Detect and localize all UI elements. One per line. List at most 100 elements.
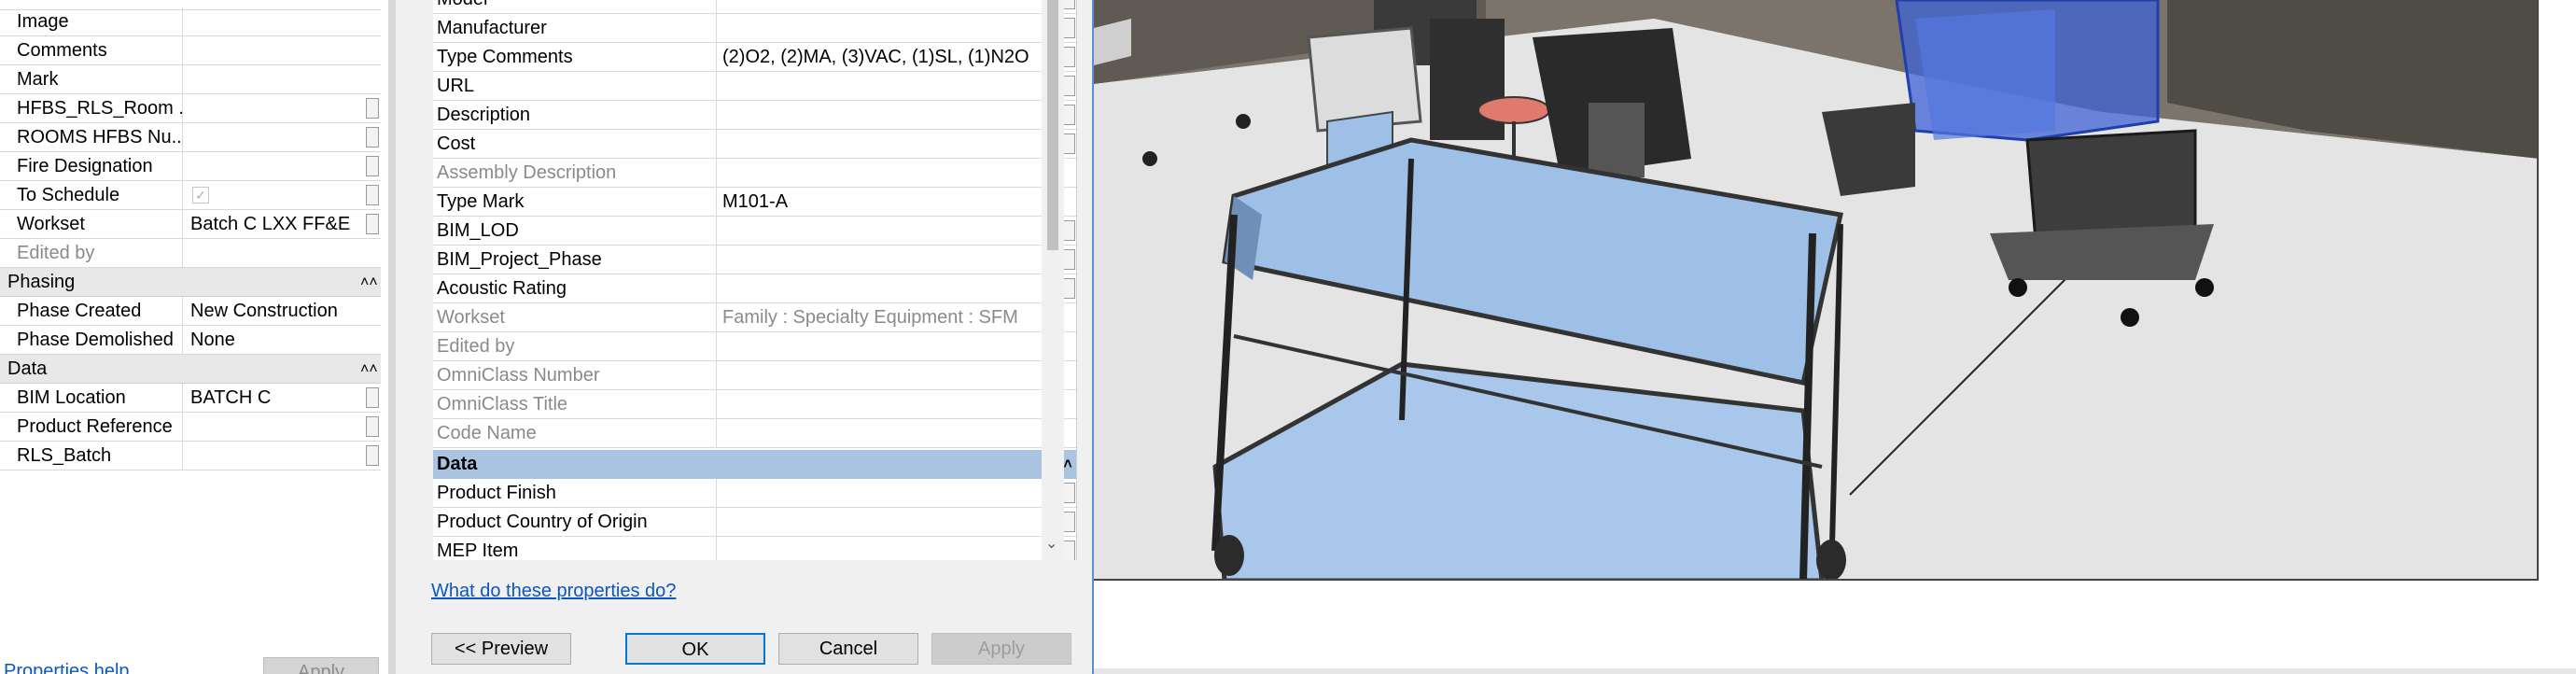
type-parameters-grid: Model Manufacturer Type Comments (2)O2, … xyxy=(433,0,1077,560)
param-row-type-mark[interactable]: Type Mark M101-A xyxy=(433,188,1076,217)
param-row-bim-lod[interactable]: BIM_LOD xyxy=(433,217,1076,246)
param-row-acoustic-rating[interactable]: Acoustic Rating xyxy=(433,274,1076,303)
property-row-fire-designation[interactable]: Fire Designation xyxy=(0,152,381,181)
param-row-omniclass-number[interactable]: OmniClass Number xyxy=(433,361,1076,390)
property-value[interactable] xyxy=(187,65,362,93)
property-row-bim-location[interactable]: BIM Location BATCH C xyxy=(0,384,381,413)
param-name: Acoustic Rating xyxy=(437,274,717,302)
param-value: Family : Specialty Equipment : SFM xyxy=(722,307,1018,328)
group-header-data[interactable]: Data ˄˄ xyxy=(433,450,1076,479)
type-properties-dialog: Model Manufacturer Type Comments (2)O2, … xyxy=(396,0,1094,674)
param-value xyxy=(722,332,1030,360)
ok-button[interactable]: OK xyxy=(625,633,765,665)
param-value[interactable] xyxy=(722,14,1030,42)
property-row-rooms-hfbs-number[interactable]: ROOMS HFBS Nu... xyxy=(0,123,381,152)
property-value[interactable] xyxy=(187,36,362,64)
param-row-cost[interactable]: Cost xyxy=(433,130,1076,159)
property-name: RLS_Batch xyxy=(4,442,183,470)
param-row-type-comments[interactable]: Type Comments (2)O2, (2)MA, (3)VAC, (1)S… xyxy=(433,43,1076,72)
group-header-data[interactable]: Data ˄˄ xyxy=(0,355,381,384)
property-value[interactable] xyxy=(187,442,362,470)
param-row-product-country-of-origin[interactable]: Product Country of Origin xyxy=(433,508,1076,537)
apply-button[interactable]: Apply xyxy=(263,657,379,674)
property-value[interactable] xyxy=(187,152,362,180)
param-name: BIM_LOD xyxy=(437,217,717,245)
property-row-image[interactable]: Image xyxy=(0,7,381,36)
param-row-omniclass-title: OmniClass Title xyxy=(433,390,1076,419)
property-value[interactable] xyxy=(187,7,362,35)
property-row-hfbs-rls-room[interactable]: HFBS_RLS_Room ... xyxy=(0,94,381,123)
property-name: Mark xyxy=(4,65,183,93)
param-value[interactable] xyxy=(722,274,1030,302)
param-value[interactable] xyxy=(722,101,1030,129)
param-value[interactable] xyxy=(722,479,1030,507)
param-value[interactable] xyxy=(722,130,1030,158)
edit-value-button[interactable] xyxy=(366,185,379,205)
scrollbar-thumb[interactable] xyxy=(1047,0,1058,250)
param-row-mep-item[interactable]: MEP Item xyxy=(433,537,1076,560)
property-value[interactable]: ✓ xyxy=(187,181,362,209)
to-schedule-checkbox[interactable]: ✓ xyxy=(192,187,209,204)
property-value[interactable] xyxy=(187,94,362,122)
property-value[interactable]: None xyxy=(187,326,362,354)
param-value[interactable] xyxy=(722,246,1030,274)
property-row-workset[interactable]: Workset Batch C LXX FF&E xyxy=(0,210,381,239)
param-value[interactable]: (2)O2, (2)MA, (3)VAC, (1)SL, (1)N2O xyxy=(722,43,1030,71)
param-row-model[interactable]: Model xyxy=(433,0,1076,14)
properties-help-link[interactable]: Properties help xyxy=(4,661,130,674)
apply-button[interactable]: Apply xyxy=(931,633,1071,665)
dialog-border xyxy=(388,0,396,674)
edit-value-button[interactable] xyxy=(366,214,379,234)
edit-value-button[interactable] xyxy=(366,98,379,119)
property-name: BIM Location xyxy=(4,384,183,412)
scroll-down-icon[interactable]: ⌄ xyxy=(1045,534,1057,553)
param-value[interactable] xyxy=(722,0,1030,13)
cancel-button[interactable]: Cancel xyxy=(778,633,918,665)
property-value[interactable] xyxy=(187,123,362,151)
param-name: Code Name xyxy=(437,419,717,447)
property-value[interactable]: BATCH C xyxy=(187,384,362,412)
property-row-phase-created[interactable]: Phase Created New Construction xyxy=(0,297,381,326)
collapse-icon[interactable]: ˄˄ xyxy=(360,268,378,297)
param-value[interactable] xyxy=(722,217,1030,245)
param-row-description[interactable]: Description xyxy=(433,101,1076,130)
edit-value-button[interactable] xyxy=(366,127,379,147)
param-value[interactable] xyxy=(722,361,1030,389)
edit-value-button[interactable] xyxy=(366,387,379,408)
preview-button[interactable]: << Preview xyxy=(431,633,571,665)
param-row-edited-by: Edited by xyxy=(433,332,1076,361)
param-name: Type Mark xyxy=(437,188,717,216)
property-row-rls-batch[interactable]: RLS_Batch xyxy=(0,442,381,470)
property-row-to-schedule[interactable]: To Schedule ✓ xyxy=(0,181,381,210)
param-name: Type Comments xyxy=(437,43,717,71)
what-do-these-properties-do-link[interactable]: What do these properties do? xyxy=(431,581,676,602)
param-name: BIM_Project_Phase xyxy=(437,246,717,274)
grid-scrollbar[interactable]: ⌄ xyxy=(1042,0,1064,560)
param-row-manufacturer[interactable]: Manufacturer xyxy=(433,14,1076,43)
param-name: OmniClass Number xyxy=(437,361,717,389)
group-header-phasing[interactable]: Phasing ˄˄ xyxy=(0,268,381,297)
param-value[interactable] xyxy=(722,508,1030,536)
property-name: HFBS_RLS_Room ... xyxy=(4,94,183,122)
property-row-phase-demolished[interactable]: Phase Demolished None xyxy=(0,326,381,355)
property-value[interactable]: New Construction xyxy=(187,297,362,325)
property-value[interactable] xyxy=(187,413,362,441)
param-row-url[interactable]: URL xyxy=(433,72,1076,101)
param-value[interactable] xyxy=(722,72,1030,100)
property-row-comments[interactable]: Comments xyxy=(0,36,381,65)
property-value[interactable]: Batch C LXX FF&E xyxy=(187,210,362,238)
edit-value-button[interactable] xyxy=(366,445,379,466)
param-row-product-finish[interactable]: Product Finish xyxy=(433,479,1076,508)
edit-value-button[interactable] xyxy=(366,156,379,176)
param-name: Model xyxy=(437,0,717,13)
param-value[interactable] xyxy=(722,537,1030,560)
param-row-assembly-description: Assembly Description xyxy=(433,159,1076,188)
property-row-product-reference[interactable]: Product Reference xyxy=(0,413,381,442)
param-value[interactable]: M101-A xyxy=(722,188,1030,216)
property-row-mark[interactable]: Mark xyxy=(0,65,381,94)
param-row-bim-project-phase[interactable]: BIM_Project_Phase xyxy=(433,246,1076,274)
edit-value-button[interactable] xyxy=(366,416,379,437)
collapse-icon[interactable]: ˄˄ xyxy=(360,355,378,384)
3d-view-canvas[interactable] xyxy=(1094,0,2539,581)
param-row-workset: Workset Family : Specialty Equipment : S… xyxy=(433,303,1076,332)
